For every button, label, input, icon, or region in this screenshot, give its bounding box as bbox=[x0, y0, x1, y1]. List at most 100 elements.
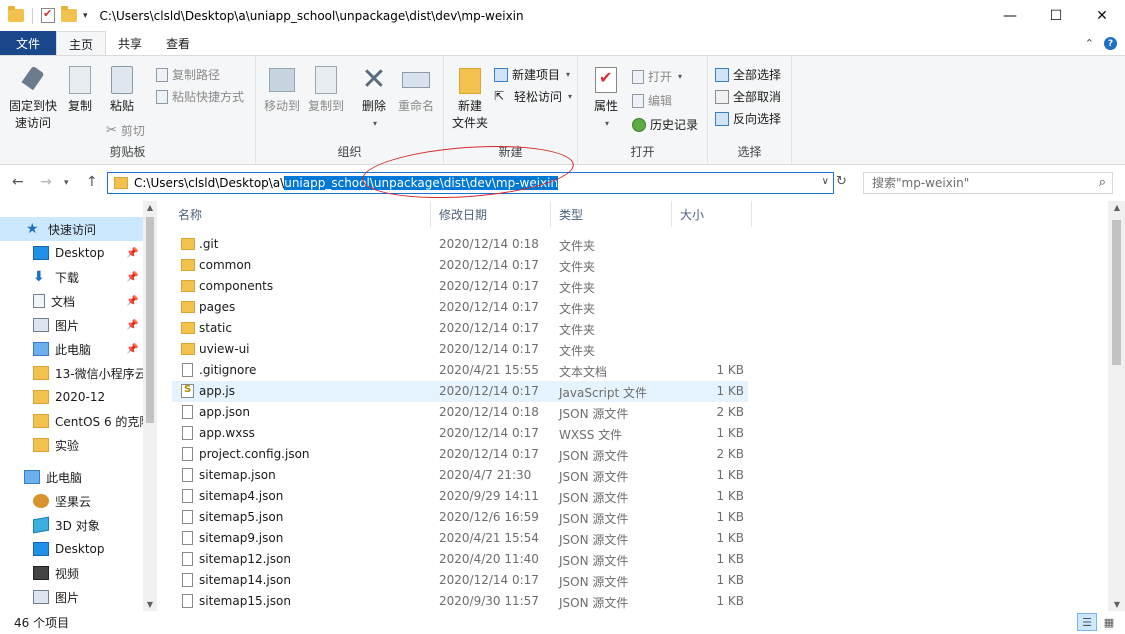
chevron-down-icon: ▾ bbox=[678, 72, 683, 81]
sidebar-item-videos[interactable]: 视频 bbox=[0, 561, 143, 585]
chevron-down-icon[interactable]: ▾ bbox=[83, 11, 88, 21]
file-list-scrollbar[interactable]: ▲ ▼ bbox=[1108, 201, 1125, 611]
close-button[interactable]: ✕ bbox=[1079, 0, 1125, 31]
column-header-date[interactable]: 修改日期 bbox=[431, 201, 551, 227]
tab-view[interactable]: 查看 bbox=[154, 31, 202, 56]
up-arrow-icon[interactable]: ↑ bbox=[86, 174, 98, 190]
table-row[interactable]: sitemap14.json 2020/12/14 0:17 JSON 源文件 1 K… bbox=[172, 570, 748, 591]
sidebar-item-pictures[interactable]: 图片 📌 bbox=[0, 313, 143, 337]
forward-arrow-icon[interactable]: → bbox=[40, 174, 52, 190]
minimize-button[interactable]: — bbox=[987, 0, 1033, 31]
move-to-button[interactable]: 移动到 bbox=[260, 64, 304, 115]
table-row[interactable]: app.js 2020/12/14 0:17 JavaScript 文件 1 KB bbox=[172, 381, 748, 402]
table-row[interactable]: sitemap.json 2020/4/7 21:30 JSON 源文件 1 KB bbox=[172, 465, 748, 486]
sidebar-item-wechat-folder[interactable]: 13-微信小程序云 bbox=[0, 361, 143, 385]
file-type: 文件夹 bbox=[559, 302, 596, 316]
select-none-button[interactable]: 全部取消 bbox=[715, 88, 781, 105]
chevron-up-icon[interactable]: ⌃ bbox=[1085, 37, 1094, 50]
sidebar-item-nutstore[interactable]: 坚果云 bbox=[0, 489, 143, 513]
sidebar-item-2020-12[interactable]: 2020-12 bbox=[0, 385, 143, 409]
select-all-button[interactable]: 全部选择 bbox=[715, 66, 781, 83]
open-group: 属性 ▾ 打开 ▾ 编辑 历史记录 打开 bbox=[578, 56, 708, 164]
paste-button[interactable]: 粘贴 bbox=[104, 64, 140, 115]
copy-button[interactable]: 复制 bbox=[62, 64, 98, 115]
table-row[interactable]: project.config.json 2020/12/14 0:17 JSON 源… bbox=[172, 444, 748, 465]
scroll-up-icon[interactable]: ▲ bbox=[1110, 203, 1124, 212]
table-row[interactable]: sitemap12.json 2020/4/20 11:40 JSON 源文件 1 K… bbox=[172, 549, 748, 570]
help-icon[interactable]: ? bbox=[1104, 37, 1117, 50]
sidebar-item-experiment[interactable]: 实验 bbox=[0, 433, 143, 457]
history-button[interactable]: 历史记录 bbox=[632, 116, 698, 133]
properties-button[interactable]: 属性 ▾ bbox=[586, 64, 626, 132]
open-button[interactable]: 打开 ▾ bbox=[632, 68, 682, 85]
cut-button[interactable]: ✂ 剪切 bbox=[106, 122, 145, 139]
table-row[interactable]: static 2020/12/14 0:17 文件夹 bbox=[172, 318, 748, 339]
select-group-label: 选择 bbox=[737, 145, 762, 159]
sidebar-item-3d-objects[interactable]: 3D 对象 bbox=[0, 513, 143, 537]
sidebar-item-this-pc-pinned[interactable]: 此电脑 📌 bbox=[0, 337, 143, 361]
new-folder-label-line2: 文件夹 bbox=[451, 116, 488, 130]
column-header-size[interactable]: 大小 bbox=[672, 201, 752, 227]
sidebar-item-centos-clone[interactable]: CentOS 6 的克隆 bbox=[0, 409, 143, 433]
scroll-down-icon[interactable]: ▼ bbox=[1110, 600, 1124, 609]
table-row[interactable]: pages 2020/12/14 0:17 文件夹 bbox=[172, 297, 748, 318]
sidebar-item-this-pc[interactable]: 此电脑 bbox=[0, 465, 143, 489]
copy-path-button[interactable]: 复制路径 bbox=[156, 66, 220, 83]
invert-selection-button[interactable]: 反向选择 bbox=[715, 110, 781, 127]
table-row[interactable]: .gitignore 2020/4/21 15:55 文本文档 1 KB bbox=[172, 360, 748, 381]
table-row[interactable]: sitemap4.json 2020/9/29 14:11 JSON 源文件 1 KB bbox=[172, 486, 748, 507]
search-input[interactable] bbox=[864, 173, 1084, 193]
search-box[interactable]: ⌕ bbox=[863, 172, 1113, 194]
sidebar-item-desktop-pc[interactable]: Desktop bbox=[0, 537, 143, 561]
new-folder-quick-icon[interactable] bbox=[61, 6, 77, 22]
copy-to-button[interactable]: 复制到 bbox=[304, 64, 348, 115]
address-dropdown-icon[interactable]: ∨ bbox=[822, 176, 829, 187]
chevron-down-icon[interactable]: ▾ bbox=[605, 115, 609, 132]
back-arrow-icon[interactable]: ← bbox=[12, 174, 24, 190]
sidebar-item-quick-access[interactable]: ★ 快速访问 bbox=[0, 217, 143, 241]
new-item-button[interactable]: 新建项目 ▾ bbox=[494, 66, 570, 83]
refresh-icon[interactable]: ↻ bbox=[836, 174, 847, 189]
table-row[interactable]: common 2020/12/14 0:17 文件夹 bbox=[172, 255, 748, 276]
new-folder-button[interactable]: 新建 文件夹 bbox=[448, 64, 492, 132]
column-header-type[interactable]: 类型 bbox=[551, 201, 672, 227]
table-row[interactable]: sitemap5.json 2020/12/6 16:59 JSON 源文件 1 KB bbox=[172, 507, 748, 528]
table-row[interactable]: app.wxss 2020/12/14 0:17 WXSS 文件 1 KB bbox=[172, 423, 748, 444]
chevron-down-icon[interactable]: ▾ bbox=[373, 115, 377, 132]
edit-button[interactable]: 编辑 bbox=[632, 92, 672, 109]
sidebar-item-documents[interactable]: 文档 📌 bbox=[0, 289, 143, 313]
scroll-up-icon[interactable]: ▲ bbox=[143, 203, 157, 212]
properties-quick-icon[interactable] bbox=[41, 7, 55, 23]
address-input[interactable]: C:\Users\clsld\Desktop\a\ uniapp_school\u… bbox=[107, 172, 834, 194]
sidebar-item-downloads[interactable]: ⬇ 下载 📌 bbox=[0, 265, 143, 289]
sidebar-item-label: 此电脑 bbox=[46, 470, 83, 485]
paste-shortcut-icon bbox=[156, 89, 168, 104]
table-row[interactable]: sitemap9.json 2020/4/21 15:54 JSON 源文件 1 KB bbox=[172, 528, 748, 549]
scroll-down-icon[interactable]: ▼ bbox=[143, 600, 157, 609]
maximize-button[interactable]: ☐ bbox=[1033, 0, 1079, 31]
tab-share[interactable]: 共享 bbox=[106, 31, 154, 56]
large-icons-view-icon[interactable]: ▦ bbox=[1099, 613, 1119, 631]
table-row[interactable]: app.json 2020/12/14 0:18 JSON 源文件 2 KB bbox=[172, 402, 748, 423]
table-row[interactable]: .git 2020/12/14 0:18 文件夹 bbox=[172, 234, 748, 255]
table-row[interactable]: components 2020/12/14 0:17 文件夹 bbox=[172, 276, 748, 297]
paste-shortcut-button[interactable]: 粘贴快捷方式 bbox=[156, 88, 244, 105]
easy-access-button[interactable]: ⇱ 轻松访问 ▾ bbox=[494, 88, 572, 105]
table-row[interactable]: uview-ui 2020/12/14 0:17 文件夹 bbox=[172, 339, 748, 360]
column-header-name[interactable]: ^ 名称 bbox=[157, 201, 431, 227]
sidebar-item-pictures-pc[interactable]: 图片 bbox=[0, 585, 143, 609]
divider bbox=[32, 7, 33, 24]
tab-home[interactable]: 主页 bbox=[56, 31, 107, 56]
delete-button[interactable]: ✕ 删除 ▾ bbox=[354, 64, 394, 132]
navigation-scrollbar[interactable]: ▲ ▼ bbox=[143, 201, 157, 611]
rename-button[interactable]: 重命名 bbox=[394, 64, 438, 115]
recent-locations-chevron-icon[interactable]: ▾ bbox=[64, 178, 69, 188]
search-icon[interactable]: ⌕ bbox=[1099, 175, 1106, 190]
scrollbar-thumb[interactable] bbox=[1112, 220, 1121, 365]
scrollbar-thumb[interactable] bbox=[146, 217, 154, 423]
table-row[interactable]: sitemap15.json 2020/9/30 11:57 JSON 源文件 1 K… bbox=[172, 591, 748, 611]
pin-to-quick-access-button[interactable]: 固定到快 速访问 bbox=[6, 64, 60, 132]
details-view-icon[interactable]: ☰ bbox=[1077, 613, 1097, 631]
tab-file[interactable]: 文件 bbox=[0, 31, 57, 56]
sidebar-item-desktop[interactable]: Desktop 📌 bbox=[0, 241, 143, 265]
